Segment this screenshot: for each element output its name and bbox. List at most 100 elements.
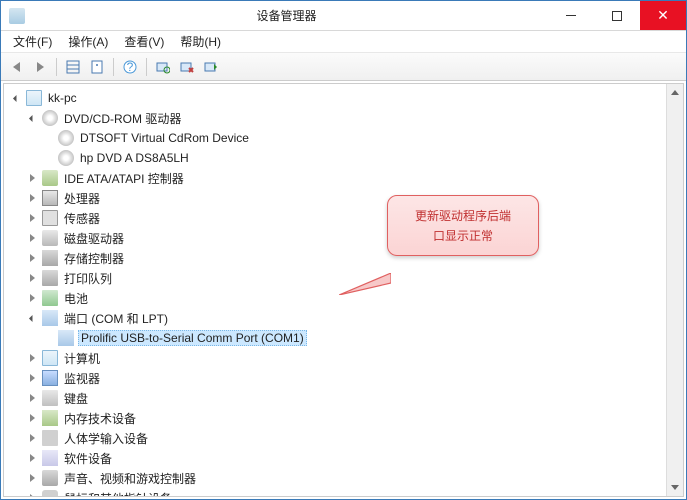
sensor-label: 传感器 [62, 209, 102, 228]
scan-button[interactable] [152, 56, 174, 78]
software-label: 软件设备 [62, 449, 114, 468]
hid-icon [42, 430, 58, 446]
computer-label: 计算机 [62, 349, 102, 368]
storage-label: 存储控制器 [62, 249, 126, 268]
storage-node[interactable]: 存储控制器 [4, 248, 666, 268]
separator [146, 58, 147, 76]
update-driver-button[interactable] [200, 56, 222, 78]
expander-closed-icon[interactable] [26, 352, 38, 364]
close-button[interactable]: ✕ [640, 1, 686, 30]
properties-icon [90, 60, 104, 74]
window-controls: ✕ [548, 1, 686, 30]
back-button[interactable] [5, 56, 27, 78]
expander-closed-icon[interactable] [26, 252, 38, 264]
expander-closed-icon[interactable] [26, 212, 38, 224]
expander-closed-icon[interactable] [26, 172, 38, 184]
vertical-scrollbar[interactable] [666, 84, 683, 496]
port-icon [58, 330, 74, 346]
ports-category-label: 端口 (COM 和 LPT) [62, 309, 170, 328]
memory-label: 内存技术设备 [62, 409, 138, 428]
titlebar: 设备管理器 ✕ [1, 1, 686, 31]
dvd-device-node[interactable]: hp DVD A DS8A5LH [4, 148, 666, 168]
uninstall-button[interactable] [176, 56, 198, 78]
print-node[interactable]: 打印队列 [4, 268, 666, 288]
cpu-label: 处理器 [62, 189, 102, 208]
computer-icon [26, 90, 42, 106]
minimize-button[interactable] [548, 1, 594, 30]
menu-action[interactable]: 操作(A) [60, 31, 116, 52]
monitor-node[interactable]: 监视器 [4, 368, 666, 388]
expander-closed-icon[interactable] [26, 372, 38, 384]
expander-closed-icon[interactable] [26, 452, 38, 464]
scan-hardware-icon [156, 60, 170, 74]
expander-open-icon[interactable] [10, 92, 22, 104]
dvd-device-node[interactable]: DTSOFT Virtual CdRom Device [4, 128, 666, 148]
ide-label: IDE ATA/ATAPI 控制器 [62, 169, 186, 188]
audio-icon [42, 470, 58, 486]
scroll-up-button[interactable] [667, 84, 683, 101]
scroll-down-button[interactable] [667, 479, 683, 496]
mouse-node[interactable]: 鼠标和其他指针设备 [4, 488, 666, 496]
keyboard-node[interactable]: 键盘 [4, 388, 666, 408]
monitor-label: 监视器 [62, 369, 102, 388]
expander-closed-icon[interactable] [26, 412, 38, 424]
expander-closed-icon[interactable] [26, 392, 38, 404]
expander-open-icon[interactable] [26, 312, 38, 324]
forward-button[interactable] [29, 56, 51, 78]
cpu-node[interactable]: 处理器 [4, 188, 666, 208]
separator [56, 58, 57, 76]
expander-open-icon[interactable] [26, 112, 38, 124]
view-list-icon [66, 60, 80, 74]
port-device-node[interactable]: Prolific USB-to-Serial Comm Port (COM1) [4, 328, 666, 348]
dvd-category-node[interactable]: DVD/CD-ROM 驱动器 [4, 108, 666, 128]
computer-node[interactable]: 计算机 [4, 348, 666, 368]
memory-node[interactable]: 内存技术设备 [4, 408, 666, 428]
disc-drive-icon [42, 110, 58, 126]
keyboard-icon [42, 390, 58, 406]
port-device-label-selected: Prolific USB-to-Serial Comm Port (COM1) [78, 330, 307, 346]
memory-icon [42, 410, 58, 426]
annotation-callout: 更新驱动程序后端 口显示正常 [387, 195, 539, 256]
hdd-label: 磁盘驱动器 [62, 229, 126, 248]
properties-button[interactable] [86, 56, 108, 78]
expander-closed-icon[interactable] [26, 192, 38, 204]
dvd-device-label: hp DVD A DS8A5LH [78, 150, 191, 166]
view-button[interactable] [62, 56, 84, 78]
menu-view[interactable]: 查看(V) [116, 31, 172, 52]
expander-closed-icon[interactable] [26, 272, 38, 284]
print-label: 打印队列 [62, 269, 114, 288]
ide-controller-icon [42, 170, 58, 186]
ports-category-node[interactable]: 端口 (COM 和 LPT) [4, 308, 666, 328]
maximize-button[interactable] [594, 1, 640, 30]
ide-node[interactable]: IDE ATA/ATAPI 控制器 [4, 168, 666, 188]
callout-line2: 口显示正常 [433, 229, 493, 243]
hid-label: 人体学输入设备 [62, 429, 150, 448]
menu-file[interactable]: 文件(F) [5, 31, 60, 52]
expander-closed-icon[interactable] [26, 432, 38, 444]
battery-node[interactable]: 电池 [4, 288, 666, 308]
battery-icon [42, 290, 58, 306]
port-icon [42, 310, 58, 326]
hid-node[interactable]: 人体学输入设备 [4, 428, 666, 448]
mouse-icon [42, 490, 58, 496]
software-node[interactable]: 软件设备 [4, 448, 666, 468]
battery-label: 电池 [62, 289, 90, 308]
expander-closed-icon[interactable] [26, 492, 38, 496]
hdd-node[interactable]: 磁盘驱动器 [4, 228, 666, 248]
mouse-label: 鼠标和其他指针设备 [62, 489, 174, 497]
monitor-icon [42, 370, 58, 386]
expander-closed-icon[interactable] [26, 472, 38, 484]
device-manager-window: 设备管理器 ✕ 文件(F) 操作(A) 查看(V) 帮助(H) ? [0, 0, 687, 500]
expander-closed-icon[interactable] [26, 292, 38, 304]
root-node[interactable]: kk-pc [4, 88, 666, 108]
tree-scroll[interactable]: kk-pc DVD/CD-ROM 驱动器 DTSOFT Virtual CdRo… [4, 84, 666, 496]
keyboard-label: 键盘 [62, 389, 90, 408]
audio-node[interactable]: 声音、视频和游戏控制器 [4, 468, 666, 488]
help-button[interactable]: ? [119, 56, 141, 78]
arrow-left-icon [13, 62, 20, 72]
sensor-node[interactable]: 传感器 [4, 208, 666, 228]
dvd-device-label: DTSOFT Virtual CdRom Device [78, 130, 251, 146]
menu-help[interactable]: 帮助(H) [172, 31, 229, 52]
expander-closed-icon[interactable] [26, 232, 38, 244]
dvd-category-label: DVD/CD-ROM 驱动器 [62, 109, 183, 128]
